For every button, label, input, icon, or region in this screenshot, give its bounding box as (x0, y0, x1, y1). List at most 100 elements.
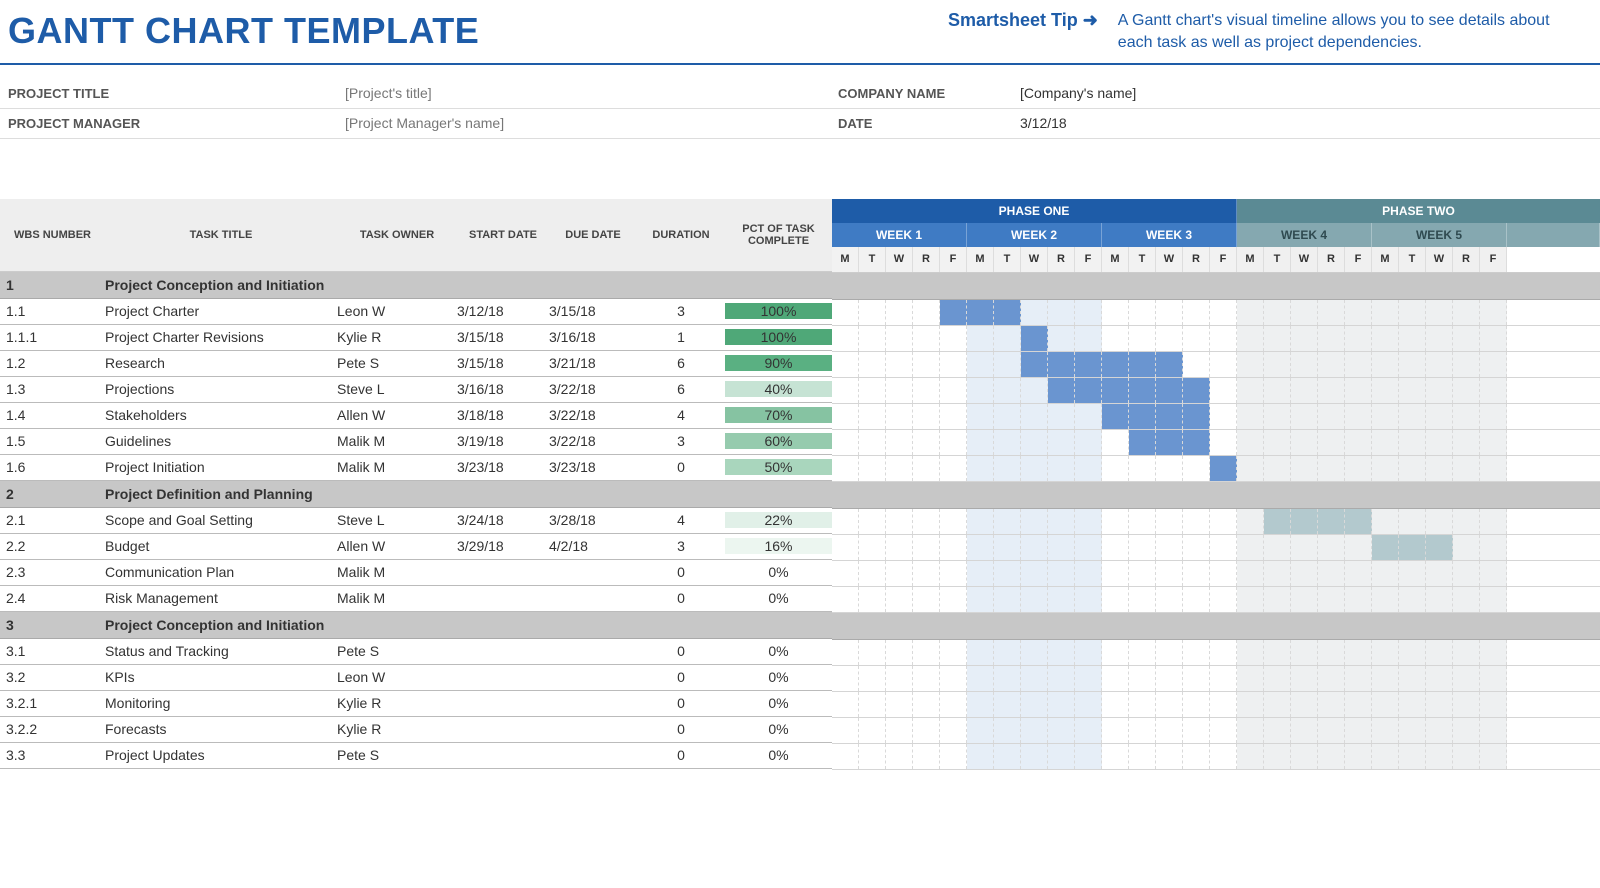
cell-start[interactable]: 3/16/18 (457, 381, 549, 397)
cell-pct[interactable]: 0% (725, 669, 832, 685)
smartsheet-tip-link[interactable]: Smartsheet Tip ➜ (948, 10, 1098, 31)
cell-owner[interactable]: Kylie R (337, 721, 457, 737)
task-row[interactable]: 3.1Status and TrackingPete S00% (0, 639, 832, 665)
cell-pct[interactable]: 0% (725, 721, 832, 737)
cell-duration[interactable]: 3 (637, 538, 725, 554)
task-row[interactable]: 3.2.2ForecastsKylie R 00% (0, 717, 832, 743)
task-row[interactable]: 2.3Communication PlanMalik M00% (0, 560, 832, 586)
cell-pct[interactable]: 70% (725, 407, 832, 423)
cell-title[interactable]: Monitoring (105, 695, 337, 711)
cell-due[interactable]: 3/16/18 (549, 329, 637, 345)
cell-owner[interactable]: Malik M (337, 433, 457, 449)
cell-wbs[interactable]: 3.2.1 (0, 695, 105, 711)
cell-due[interactable]: 3/28/18 (549, 512, 637, 528)
cell-start[interactable]: 3/24/18 (457, 512, 549, 528)
cell-title[interactable]: Risk Management (105, 590, 337, 606)
cell-wbs[interactable]: 3.3 (0, 747, 105, 763)
task-row[interactable]: 1.2ResearchPete S3/15/183/21/18690% (0, 351, 832, 377)
cell-title[interactable]: Projections (105, 381, 337, 397)
cell-start[interactable]: 3/29/18 (457, 538, 549, 554)
cell-start[interactable]: 3/18/18 (457, 407, 549, 423)
task-row[interactable]: 2.4Risk ManagementMalik M00% (0, 586, 832, 612)
cell-pct[interactable]: 0% (725, 564, 832, 580)
cell-due[interactable]: 3/15/18 (549, 303, 637, 319)
cell-duration[interactable]: 0 (637, 459, 725, 475)
cell-duration[interactable]: 3 (637, 433, 725, 449)
cell-pct[interactable]: 60% (725, 433, 832, 449)
cell-due[interactable]: 4/2/18 (549, 538, 637, 554)
task-row[interactable]: 1.1Project CharterLeon W3/12/183/15/1831… (0, 299, 832, 325)
cell-wbs[interactable]: 3.2 (0, 669, 105, 685)
cell-owner[interactable]: Steve L (337, 512, 457, 528)
task-row[interactable]: 2.1Scope and Goal SettingSteve L3/24/183… (0, 508, 832, 534)
cell-wbs[interactable]: 1.3 (0, 381, 105, 397)
cell-due[interactable]: 3/22/18 (549, 381, 637, 397)
cell-title[interactable]: Project Charter Revisions (105, 329, 337, 345)
cell-owner[interactable]: Allen W (337, 407, 457, 423)
cell-pct[interactable]: 100% (725, 329, 832, 345)
cell-title[interactable]: Forecasts (105, 721, 337, 737)
cell-wbs[interactable]: 1.5 (0, 433, 105, 449)
cell-pct[interactable]: 0% (725, 590, 832, 606)
cell-start[interactable]: 3/15/18 (457, 355, 549, 371)
meta-value[interactable]: [Project Manager's name] (345, 115, 504, 131)
task-row[interactable]: 1.1.1Project Charter RevisionsKylie R 3/1… (0, 325, 832, 351)
meta-value[interactable]: 3/12/18 (1020, 115, 1067, 131)
cell-duration[interactable]: 0 (637, 643, 725, 659)
cell-duration[interactable]: 0 (637, 747, 725, 763)
cell-duration[interactable]: 0 (637, 721, 725, 737)
cell-start[interactable]: 3/23/18 (457, 459, 549, 475)
cell-duration[interactable]: 0 (637, 590, 725, 606)
cell-title[interactable]: Stakeholders (105, 407, 337, 423)
task-row[interactable]: 1.3ProjectionsSteve L3/16/183/22/18640% (0, 377, 832, 403)
cell-due[interactable]: 3/22/18 (549, 407, 637, 423)
cell-duration[interactable]: 4 (637, 512, 725, 528)
cell-owner[interactable]: Kylie R (337, 695, 457, 711)
cell-due[interactable]: 3/22/18 (549, 433, 637, 449)
cell-owner[interactable]: Kylie R (337, 329, 457, 345)
task-row[interactable]: 1.6Project InitiationMalik M3/23/183/23/… (0, 455, 832, 481)
cell-duration[interactable]: 6 (637, 355, 725, 371)
cell-title[interactable]: Guidelines (105, 433, 337, 449)
cell-title[interactable]: Communication Plan (105, 564, 337, 580)
cell-duration[interactable]: 3 (637, 303, 725, 319)
cell-title[interactable]: Scope and Goal Setting (105, 512, 337, 528)
cell-owner[interactable]: Pete S (337, 643, 457, 659)
cell-title[interactable]: Project Initiation (105, 459, 337, 475)
cell-owner[interactable]: Pete S (337, 355, 457, 371)
task-row[interactable]: 3.2.1MonitoringKylie R00% (0, 691, 832, 717)
cell-wbs[interactable]: 1.6 (0, 459, 105, 475)
task-row[interactable]: 2.2BudgetAllen W3/29/184/2/18316% (0, 534, 832, 560)
cell-owner[interactable]: Malik M (337, 564, 457, 580)
meta-value[interactable]: [Project's title] (345, 85, 432, 101)
cell-wbs[interactable]: 1.4 (0, 407, 105, 423)
cell-pct[interactable]: 40% (725, 381, 832, 397)
cell-title[interactable]: Project Charter (105, 303, 337, 319)
cell-wbs[interactable]: 2.2 (0, 538, 105, 554)
cell-pct[interactable]: 0% (725, 643, 832, 659)
task-row[interactable]: 3.2KPIsLeon W 00% (0, 665, 832, 691)
cell-due[interactable]: 3/23/18 (549, 459, 637, 475)
cell-owner[interactable]: Malik M (337, 590, 457, 606)
cell-due[interactable]: 3/21/18 (549, 355, 637, 371)
cell-owner[interactable]: Leon W (337, 669, 457, 685)
cell-wbs[interactable]: 1.2 (0, 355, 105, 371)
cell-title[interactable]: Research (105, 355, 337, 371)
cell-pct[interactable]: 90% (725, 355, 832, 371)
cell-pct[interactable]: 0% (725, 695, 832, 711)
cell-duration[interactable]: 1 (637, 329, 725, 345)
cell-duration[interactable]: 0 (637, 669, 725, 685)
meta-value[interactable]: [Company's name] (1020, 85, 1136, 101)
cell-title[interactable]: KPIs (105, 669, 337, 685)
cell-title[interactable]: Budget (105, 538, 337, 554)
cell-wbs[interactable]: 3.2.2 (0, 721, 105, 737)
cell-pct[interactable]: 22% (725, 512, 832, 528)
cell-owner[interactable]: Malik M (337, 459, 457, 475)
cell-wbs[interactable]: 2.3 (0, 564, 105, 580)
cell-wbs[interactable]: 1.1.1 (0, 329, 105, 345)
cell-title[interactable]: Status and Tracking (105, 643, 337, 659)
task-row[interactable]: 3.3Project UpdatesPete S00% (0, 743, 832, 769)
cell-owner[interactable]: Leon W (337, 303, 457, 319)
cell-pct[interactable]: 50% (725, 459, 832, 475)
cell-start[interactable]: 3/19/18 (457, 433, 549, 449)
